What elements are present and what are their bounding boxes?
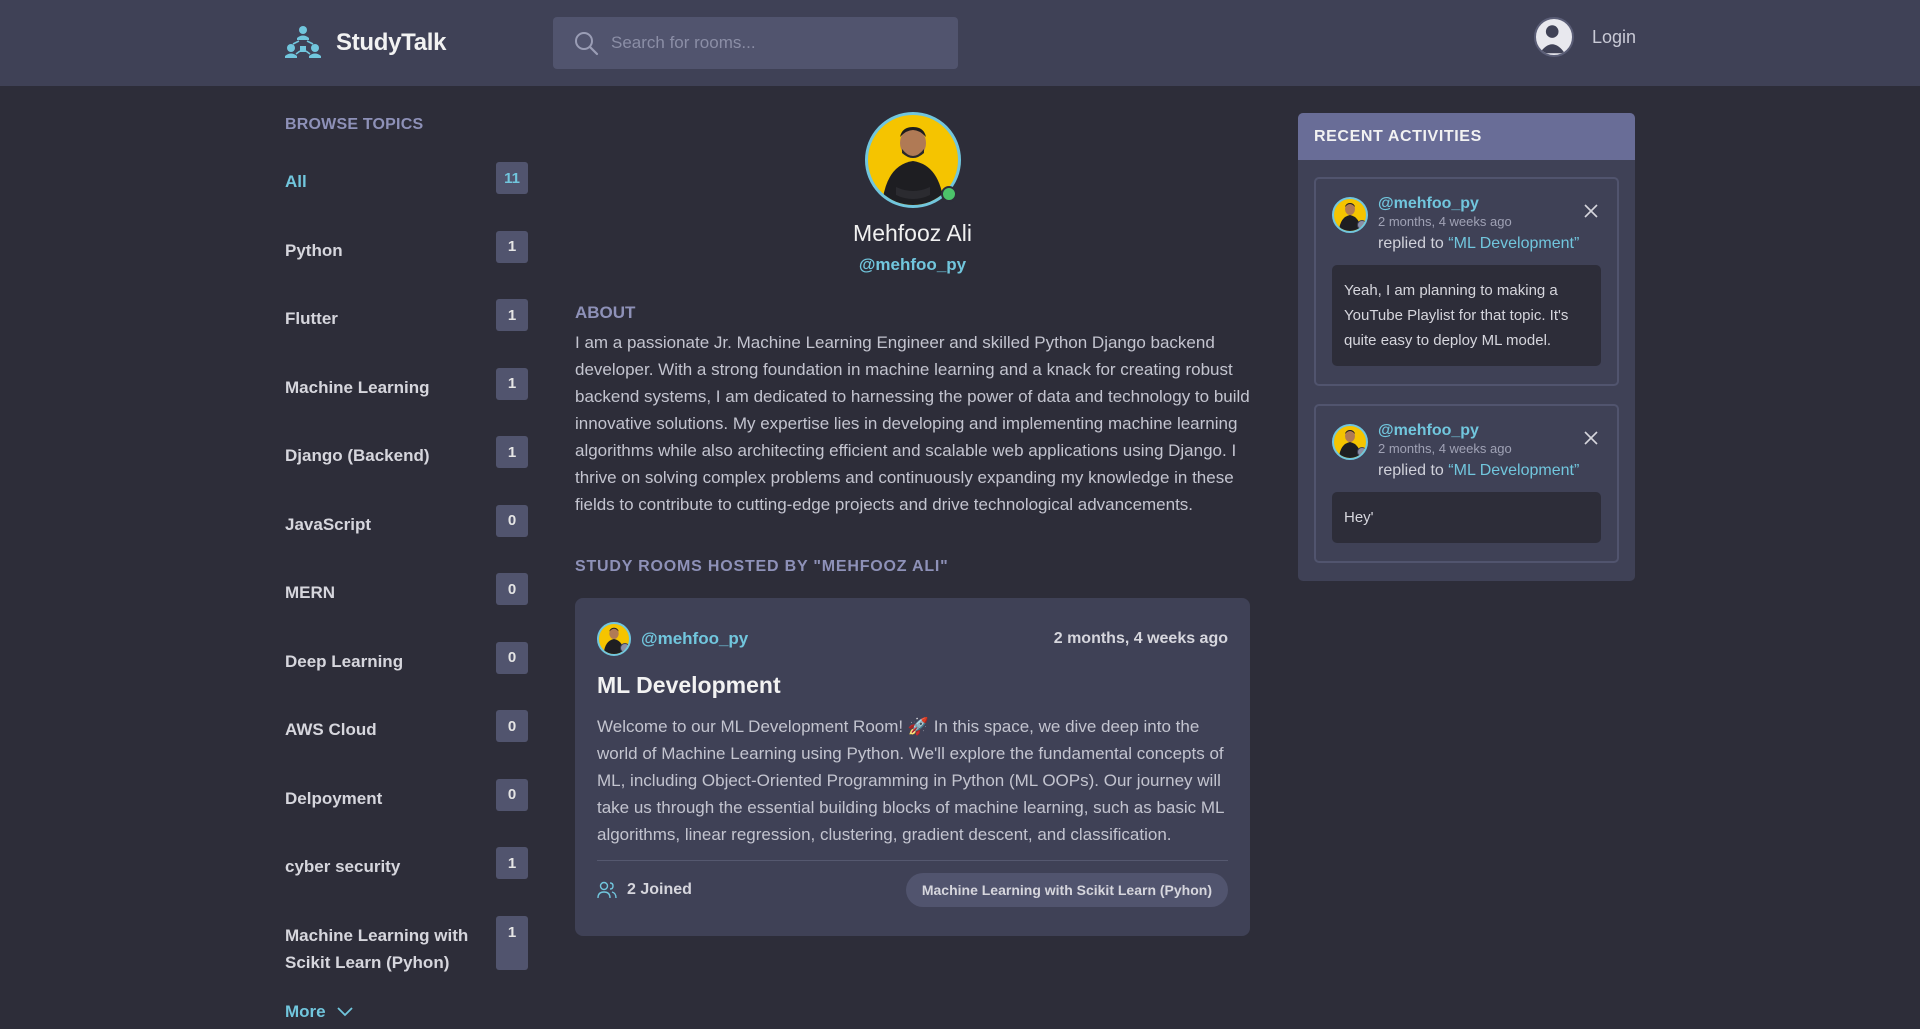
avatar bbox=[597, 622, 631, 656]
topic-item-deployment[interactable]: Delpoyment 0 bbox=[285, 778, 528, 848]
topic-count: 0 bbox=[496, 778, 528, 811]
activity-action-text: replied to bbox=[1378, 235, 1444, 252]
more-topics-link[interactable]: More bbox=[285, 1002, 354, 1022]
hosted-rooms-heading: STUDY ROOMS HOSTED BY "MEHFOOZ ALI" bbox=[575, 558, 949, 575]
topic-count: 1 bbox=[496, 436, 528, 468]
topic-item-django[interactable]: Django (Backend) 1 bbox=[285, 436, 528, 505]
activity-user-handle[interactable]: @mehfoo_py bbox=[1378, 422, 1601, 440]
about-text: I am a passionate Jr. Machine Learning E… bbox=[575, 333, 1250, 514]
topic-label[interactable]: All bbox=[285, 168, 485, 195]
topic-label[interactable]: JavaScript bbox=[285, 511, 485, 538]
topic-count: 11 bbox=[496, 162, 528, 194]
topic-label[interactable]: Python bbox=[285, 237, 485, 264]
search-bar[interactable] bbox=[553, 17, 958, 69]
topic-label[interactable]: MERN bbox=[285, 579, 485, 606]
room-host[interactable]: @mehfoo_py bbox=[597, 622, 748, 656]
topic-label[interactable]: Deep Learning bbox=[285, 648, 485, 675]
user-avatar-icon bbox=[1534, 17, 1574, 57]
network-people-logo-icon bbox=[285, 26, 321, 58]
topic-item-javascript[interactable]: JavaScript 0 bbox=[285, 504, 528, 574]
about-heading: ABOUT bbox=[575, 303, 636, 322]
topic-label[interactable]: Machine Learning bbox=[285, 374, 485, 401]
activity-message: Hey' bbox=[1332, 492, 1601, 543]
close-icon[interactable] bbox=[1583, 203, 1599, 219]
topic-label[interactable]: Machine Learning with Scikit Learn (Pyho… bbox=[285, 922, 485, 976]
topic-count: 1 bbox=[496, 915, 528, 970]
topic-item-all[interactable]: All 11 bbox=[285, 162, 528, 231]
topic-item-flutter[interactable]: Flutter 1 bbox=[285, 299, 528, 368]
avatar[interactable] bbox=[1332, 424, 1368, 460]
topic-label[interactable]: cyber security bbox=[285, 853, 485, 880]
divider bbox=[597, 860, 1228, 861]
room-host-handle[interactable]: @mehfoo_py bbox=[641, 629, 748, 649]
topic-label[interactable]: Flutter bbox=[285, 305, 485, 332]
recent-activities-panel: RECENT ACTIVITIES @mehfoo_py 2 months, 4… bbox=[1298, 113, 1635, 581]
profile-name: Mehfooz Ali bbox=[853, 220, 972, 246]
topic-count: 1 bbox=[496, 230, 528, 263]
profile-handle: @mehfoo_py bbox=[858, 255, 967, 274]
brand-logo[interactable]: StudyTalk bbox=[284, 24, 447, 62]
topic-label[interactable]: AWS Cloud bbox=[285, 716, 485, 743]
activity-message: Yeah, I am planning to making a YouTube … bbox=[1332, 265, 1601, 366]
topic-item-aws-cloud[interactable]: AWS Cloud 0 bbox=[285, 710, 528, 779]
topic-count: 0 bbox=[496, 641, 528, 674]
top-navbar: StudyTalk Login bbox=[0, 0, 1920, 86]
room-timestamp: 2 months, 4 weeks ago bbox=[1053, 630, 1228, 647]
room-card[interactable]: @mehfoo_py 2 months, 4 weeks ago ML Deve… bbox=[575, 598, 1250, 936]
topic-item-machine-learning[interactable]: Machine Learning 1 bbox=[285, 367, 528, 437]
browse-topics-heading: BROWSE TOPICS bbox=[285, 116, 424, 133]
avatar[interactable] bbox=[1332, 197, 1368, 233]
search-input[interactable] bbox=[611, 33, 931, 53]
close-icon[interactable] bbox=[1583, 430, 1599, 446]
topic-item-ml-scikit[interactable]: Machine Learning with Scikit Learn (Pyho… bbox=[285, 915, 528, 985]
activity-action: replied to “ML Development” bbox=[1378, 235, 1601, 253]
topic-count: 0 bbox=[496, 504, 528, 537]
people-icon bbox=[597, 881, 617, 899]
activity-action-text: replied to bbox=[1378, 462, 1444, 479]
room-description: Welcome to our ML Development Room! 🚀 In… bbox=[597, 717, 1224, 844]
room-topic-tag[interactable]: Machine Learning with Scikit Learn (Pyho… bbox=[905, 873, 1228, 907]
topics-sidebar: BROWSE TOPICS All 11 Python 1 Flutter 1 … bbox=[285, 116, 528, 1021]
activity-user-handle[interactable]: @mehfoo_py bbox=[1378, 195, 1601, 213]
topic-count: 0 bbox=[496, 573, 528, 605]
joined-label: 2 Joined bbox=[627, 881, 692, 898]
topic-item-cyber-security[interactable]: cyber security 1 bbox=[285, 847, 528, 916]
activity-room-link[interactable]: “ML Development” bbox=[1448, 235, 1579, 252]
chevron-down-icon bbox=[336, 1007, 353, 1017]
activity-item: @mehfoo_py 2 months, 4 weeks ago replied… bbox=[1314, 404, 1619, 563]
activity-room-link[interactable]: “ML Development” bbox=[1448, 462, 1579, 479]
topic-count: 1 bbox=[496, 299, 528, 331]
topic-count: 1 bbox=[496, 367, 528, 400]
login-label[interactable]: Login bbox=[1592, 27, 1636, 48]
topic-item-mern[interactable]: MERN 0 bbox=[285, 573, 528, 642]
more-label[interactable]: More bbox=[285, 1002, 326, 1022]
topic-count: 1 bbox=[496, 847, 528, 879]
topic-count: 0 bbox=[496, 710, 528, 742]
profile-section: Mehfooz Ali @mehfoo_py ABOUT I am a pass… bbox=[575, 112, 1250, 576]
room-title[interactable]: ML Development bbox=[597, 672, 1228, 699]
topic-item-python[interactable]: Python 1 bbox=[285, 230, 528, 300]
topic-item-deep-learning[interactable]: Deep Learning 0 bbox=[285, 641, 528, 711]
topic-label[interactable]: Django (Backend) bbox=[285, 442, 485, 469]
activity-timestamp: 2 months, 4 weeks ago bbox=[1378, 441, 1512, 456]
brand-name: StudyTalk bbox=[336, 29, 447, 56]
topic-label[interactable]: Delpoyment bbox=[285, 785, 485, 812]
joined-count[interactable]: 2 Joined bbox=[597, 881, 692, 899]
login-link[interactable]: Login bbox=[1534, 17, 1636, 57]
recent-activities-heading: RECENT ACTIVITIES bbox=[1298, 113, 1635, 160]
search-icon bbox=[575, 32, 599, 56]
activity-item: @mehfoo_py 2 months, 4 weeks ago replied… bbox=[1314, 177, 1619, 386]
activity-action: replied to “ML Development” bbox=[1378, 462, 1601, 480]
activity-timestamp: 2 months, 4 weeks ago bbox=[1378, 214, 1512, 229]
profile-avatar bbox=[864, 112, 961, 208]
online-status-indicator bbox=[940, 186, 957, 202]
